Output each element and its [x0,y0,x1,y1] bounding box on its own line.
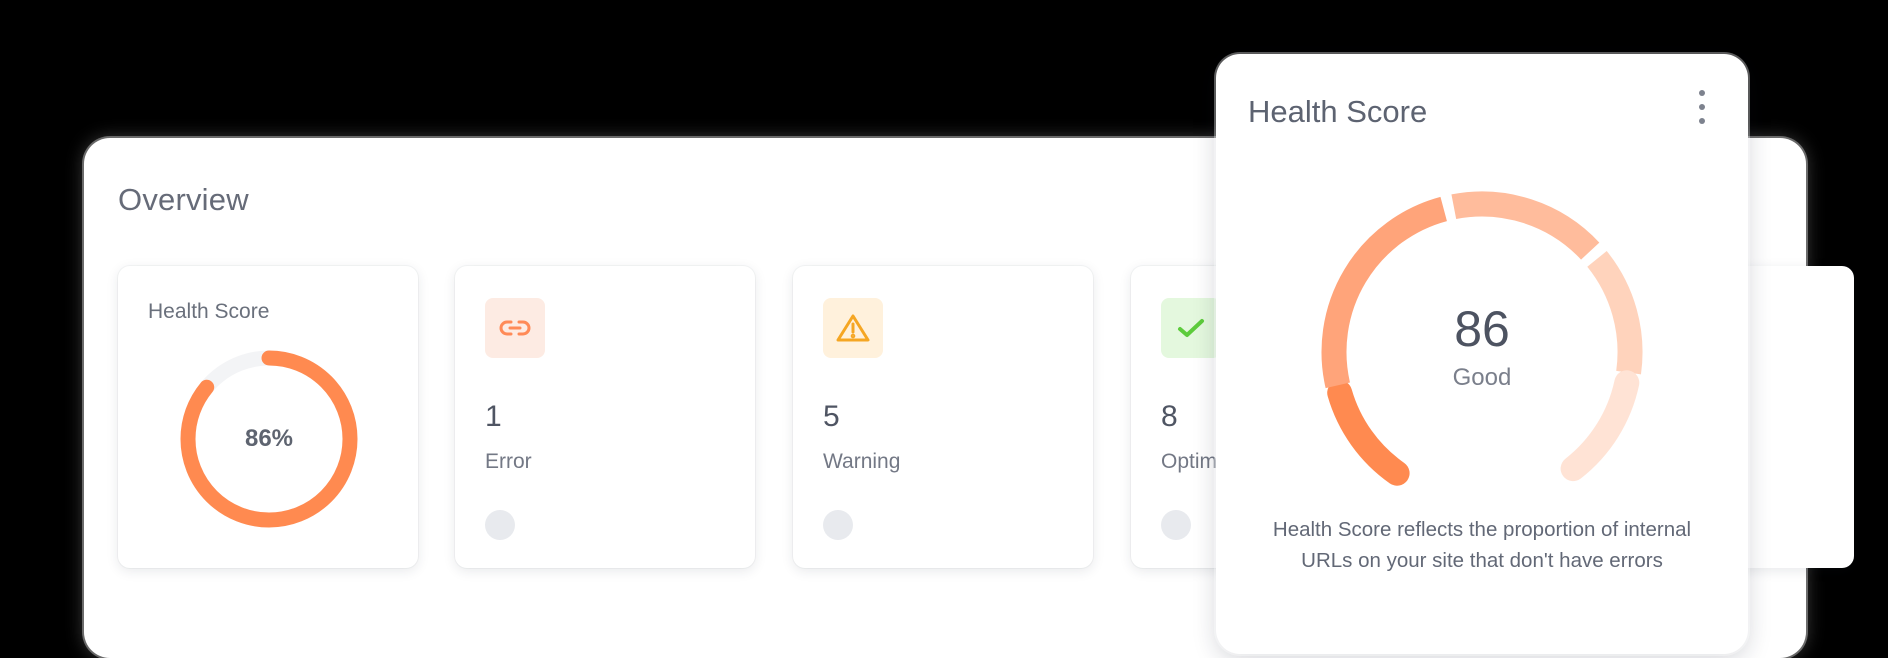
description-line: URLs on your site that don't have errors [1301,549,1663,572]
error-card[interactable]: 1 Error [455,266,755,568]
health-score-percent: 86% [244,425,294,452]
status-dot [1161,510,1191,540]
description-line: Health Score reflects the proportion of … [1272,518,1692,541]
link-icon [485,298,545,358]
gauge-segment [1451,191,1600,260]
status-dot [485,510,515,540]
error-label: Error [485,450,532,473]
popup-description: Health Score reflects the proportion of … [1236,514,1728,576]
health-score-popup: Health Score 86 Good Health Score reflec… [1216,54,1748,654]
more-options-icon[interactable] [1692,90,1712,124]
gauge-rating: Good [1452,364,1512,391]
warning-icon [823,298,883,358]
optimized-count: 8 [1161,400,1178,433]
warning-count: 5 [823,400,840,433]
warning-label: Warning [823,450,901,473]
gauge-segment [1560,370,1640,482]
health-score-card-title: Health Score [148,300,270,323]
gauge-segment [1327,380,1410,486]
popup-title: Health Score [1248,94,1428,129]
error-count: 1 [485,400,502,433]
gauge-segment [1321,196,1448,389]
health-score-card[interactable]: Health Score 86% [118,266,418,568]
optimized-label: Optim [1161,450,1218,473]
status-dot [823,510,853,540]
warning-card[interactable]: 5 Warning [793,266,1093,568]
gauge-score: 86 [1454,301,1510,357]
overview-title: Overview [118,182,249,217]
check-icon [1161,298,1221,358]
